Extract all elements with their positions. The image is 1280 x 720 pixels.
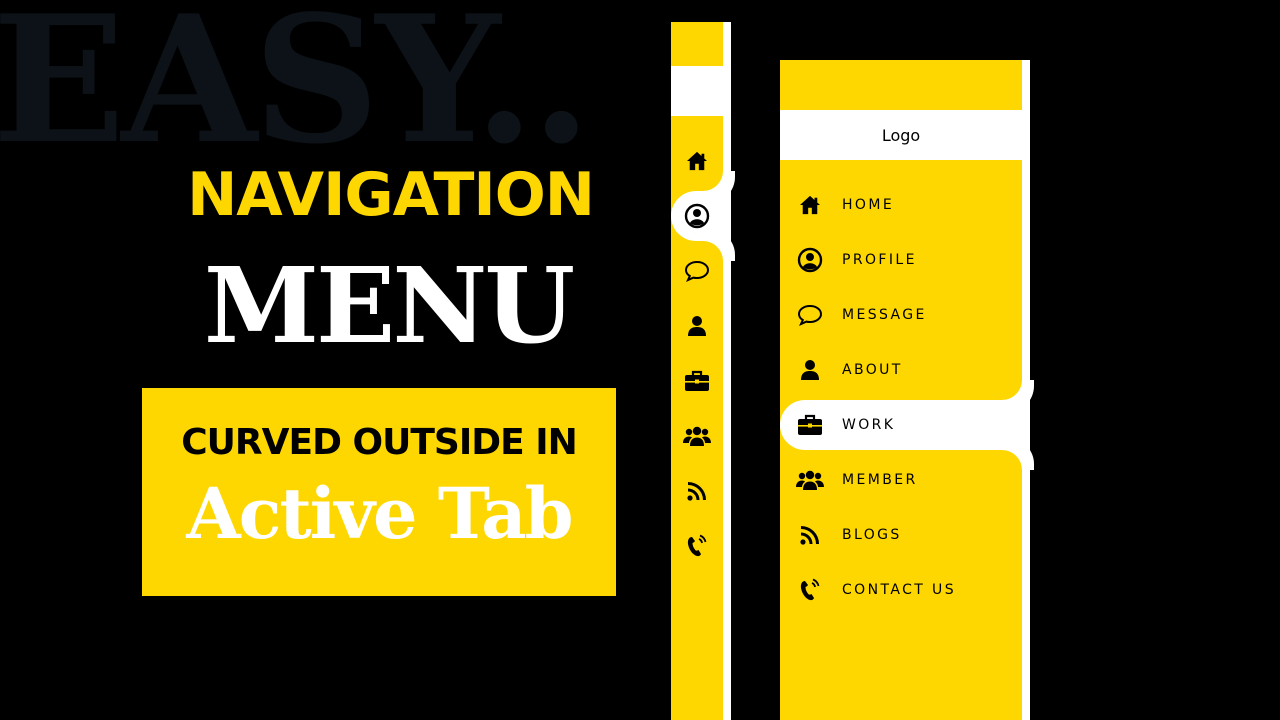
sidebar-item-label: MESSAGE — [842, 307, 927, 323]
compact-sidebar-item[interactable] — [671, 521, 723, 571]
user-circle-icon — [796, 246, 824, 274]
sidebar-item-label: ABOUT — [842, 362, 903, 378]
compact-sidebar-item[interactable] — [671, 246, 723, 296]
user-circle-icon — [684, 203, 710, 229]
sidebar-item-blogs[interactable]: BLOGS — [780, 510, 1022, 560]
sidebar-item-home[interactable]: HOME — [780, 180, 1022, 230]
sidebar-item-message[interactable]: MESSAGE — [780, 290, 1022, 340]
sidebar-item-contact-us[interactable]: CONTACT US — [780, 565, 1022, 615]
badge-caption: CURVED OUTSIDE IN — [181, 422, 578, 463]
sidebar-item-member[interactable]: MEMBER — [780, 455, 1022, 505]
message-icon — [684, 260, 710, 282]
headline-menu: MENU — [203, 244, 575, 367]
briefcase-icon — [796, 411, 824, 439]
home-icon — [796, 191, 824, 219]
user-icon — [687, 315, 707, 337]
sidebar: Logo HOME PROFILE MESSAGE ABOUT WORK MEMBER BL… — [780, 60, 1030, 720]
sidebar-logo[interactable]: Logo — [780, 110, 1022, 160]
sidebar-item-profile[interactable]: PROFILE — [780, 235, 1022, 285]
compact-logo-slot — [671, 66, 723, 116]
compact-sidebar — [671, 22, 731, 720]
rss-icon — [687, 481, 707, 501]
phone-icon — [686, 534, 708, 558]
compact-sidebar-item[interactable] — [671, 301, 723, 351]
sidebar-item-label: BLOGS — [842, 527, 902, 543]
user-icon — [796, 356, 824, 384]
home-icon — [686, 151, 708, 171]
compact-sidebar-item[interactable] — [671, 191, 723, 241]
sidebar-item-label: CONTACT US — [842, 582, 956, 598]
compact-sidebar-item[interactable] — [671, 411, 723, 461]
sidebar-item-about[interactable]: ABOUT — [780, 345, 1022, 395]
sidebar-item-label: MEMBER — [842, 472, 918, 488]
headline-navigation: NAVIGATION — [187, 160, 595, 230]
background-word: EASY.. — [0, 0, 592, 183]
badge-title: Active Tab — [186, 472, 573, 555]
rss-icon — [796, 521, 824, 549]
briefcase-icon — [684, 370, 710, 392]
feature-badge: CURVED OUTSIDE IN Active Tab — [142, 388, 616, 596]
message-icon — [796, 301, 824, 329]
compact-sidebar-item[interactable] — [671, 356, 723, 406]
sidebar-item-label: HOME — [842, 197, 895, 213]
sidebar-item-label: PROFILE — [842, 252, 917, 268]
users-icon — [683, 425, 711, 447]
users-icon — [796, 466, 824, 494]
sidebar-item-label: WORK — [842, 417, 896, 433]
sidebar-item-work[interactable]: WORK — [780, 400, 1022, 450]
compact-sidebar-item[interactable] — [671, 466, 723, 516]
phone-icon — [796, 576, 824, 604]
